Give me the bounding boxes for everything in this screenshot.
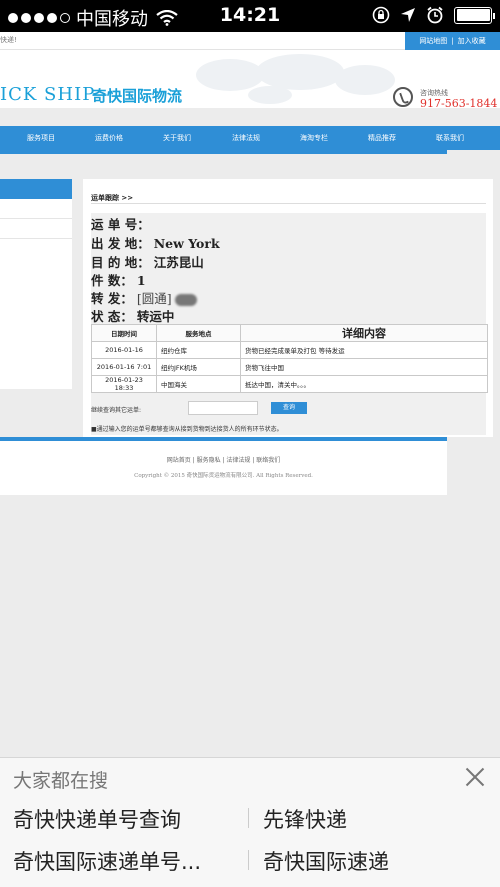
destination-value: 江苏昆山 xyxy=(153,255,204,270)
waybill-label: 运 单 号： xyxy=(91,217,150,232)
table-header-row: 日期时间 服务地点 详细内容 xyxy=(91,324,488,342)
suggestion-item[interactable]: 奇快快递单号查询 xyxy=(13,804,233,834)
location-icon xyxy=(401,8,415,22)
suggestion-separator xyxy=(248,850,249,870)
redacted-mark xyxy=(174,293,197,306)
status-bar: 中国移动 14:21 xyxy=(0,0,500,32)
phone-icon xyxy=(393,87,413,107)
battery-icon xyxy=(454,6,495,24)
site-footer: 网站首页 | 服务隐私 | 法律法规 | 联络我们 Copyright © 20… xyxy=(0,437,447,495)
logo-chinese[interactable]: 奇快国际物流 xyxy=(92,85,182,106)
favorite-link[interactable]: 加入收藏 xyxy=(458,36,486,46)
row-place: 纽约仓库 xyxy=(156,341,241,359)
side-menu-item[interactable] xyxy=(0,199,72,219)
pieces-label: 件 数： xyxy=(91,273,133,288)
status-row: 状 态： 转运中 xyxy=(91,306,174,325)
close-icon[interactable] xyxy=(464,766,486,788)
site-header: ICK SHIP 奇快国际物流 咨询热线 917-563-1844 xyxy=(0,50,500,110)
nav-contact[interactable]: 联系我们 xyxy=(436,126,464,150)
origin-row: 出 发 地： New York xyxy=(91,233,220,252)
waybill-search-input[interactable] xyxy=(188,401,258,415)
hotline-number[interactable]: 917-563-1844 xyxy=(420,97,497,110)
origin-label: 出 发 地： xyxy=(91,236,150,251)
table-row: 2016-01-23 18:33 中国海关 抵达中国，清关中。。。 xyxy=(91,375,488,393)
search-suggestions: 大家都在搜 奇快快递单号查询 先锋快递 奇快国际速递单号... 奇快国际速递 xyxy=(0,757,500,887)
rotation-lock-icon xyxy=(372,6,390,24)
query-button[interactable]: 查询 xyxy=(271,402,307,414)
divider xyxy=(91,203,486,204)
top-links: 网站地图 | 加入收藏 xyxy=(405,32,500,50)
footer-bar xyxy=(0,437,447,441)
row-place: 中国海关 xyxy=(156,375,241,393)
status-label: 状 态： xyxy=(91,309,133,324)
nav-services[interactable]: 服务项目 xyxy=(27,126,55,150)
nav-about[interactable]: 关于我们 xyxy=(163,126,191,150)
tracking-result: 运 单 号： 出 发 地： New York 目 的 地： 江苏昆山 件 数： 1 转… xyxy=(91,213,488,435)
row-detail: 货物飞往中国 xyxy=(240,358,488,376)
tracking-table: 日期时间 服务地点 详细内容 2016-01-16 纽约仓库 货物已经完成录单及… xyxy=(91,324,488,393)
destination-row: 目 的 地： 江苏昆山 xyxy=(91,252,204,271)
side-menu-active-item[interactable] xyxy=(0,179,72,199)
nav-underline xyxy=(0,150,447,154)
row-time: 2016-01-23 18:33 xyxy=(91,375,157,393)
status-value: 转运中 xyxy=(136,309,175,324)
column-place: 服务地点 xyxy=(156,324,241,342)
world-map-decoration xyxy=(196,54,395,104)
status-icons xyxy=(372,6,495,24)
suggestion-separator xyxy=(248,808,249,828)
breadcrumb: 运单跟踪 >> xyxy=(91,194,134,202)
nav-haitao[interactable]: 海淘专栏 xyxy=(300,126,328,150)
main-nav: 服务项目 运费价格 关于我们 法律法规 海淘专栏 精品推荐 联系我们 xyxy=(0,126,500,150)
row-place: 纽约JFK机场 xyxy=(156,358,241,376)
forward-row: 转 发： [圆通] xyxy=(91,288,197,307)
table-row: 2016-01-16 纽约仓库 货物已经完成录单及打包 等待发运 xyxy=(91,341,488,359)
pieces-row: 件 数： 1 xyxy=(91,270,146,289)
suggestion-item[interactable]: 先锋快递 xyxy=(263,804,483,834)
destination-label: 目 的 地： xyxy=(91,255,150,270)
query-label: 继续查询其它运单: xyxy=(91,407,142,414)
top-left-text: 快递! xyxy=(0,36,17,44)
copyright: Copyright © 2015 奇快国际货运物流有限公司. All Right… xyxy=(134,473,313,479)
suggestion-item[interactable]: 奇快国际速递单号... xyxy=(13,846,235,876)
row-detail: 货物已经完成录单及打包 等待发运 xyxy=(240,341,488,359)
column-detail: 详细内容 xyxy=(240,324,488,342)
side-menu-item[interactable] xyxy=(0,219,72,239)
top-strip: 快递! 网站地图 | 加入收藏 xyxy=(0,32,500,50)
row-time: 2016-01-16 xyxy=(91,341,157,359)
web-page: 快递! 网站地图 | 加入收藏 ICK SHIP 奇快国际物流 咨询热线 917… xyxy=(0,32,500,757)
nav-pricing[interactable]: 运费价格 xyxy=(95,126,123,150)
nav-recommend[interactable]: 精品推荐 xyxy=(368,126,396,150)
footer-links[interactable]: 网站首页 | 服务隐私 | 法律法规 | 联络我们 xyxy=(0,455,447,464)
column-time: 日期时间 xyxy=(91,324,157,342)
query-note: ■通过输入您的运单号都够查询从接到货物到达接货人的所有环节状态。 xyxy=(91,426,283,433)
top-link-separator: | xyxy=(451,37,454,45)
alarm-icon xyxy=(427,6,443,24)
waybill-row: 运 单 号： xyxy=(91,214,154,233)
table-row: 2016-01-16 7:01 纽约JFK机场 货物飞往中国 xyxy=(91,358,488,376)
pieces-value: 1 xyxy=(136,273,146,288)
nav-law[interactable]: 法律法规 xyxy=(232,126,260,150)
forward-label: 转 发： xyxy=(91,291,133,306)
logo-english[interactable]: ICK SHIP xyxy=(0,84,95,105)
forward-value: [圆通] xyxy=(136,291,172,306)
suggestion-item[interactable]: 奇快国际速递 xyxy=(263,846,483,876)
suggestions-title: 大家都在搜 xyxy=(13,770,109,792)
tracking-panel: 运单跟踪 >> 运 单 号： 出 发 地： New York 目 的 地： 江苏昆山… xyxy=(83,179,493,437)
row-detail: 抵达中国，清关中。。。 xyxy=(240,375,488,393)
side-menu xyxy=(0,179,72,389)
sitemap-link[interactable]: 网站地图 xyxy=(419,36,447,46)
row-time: 2016-01-16 7:01 xyxy=(91,358,157,376)
origin-value: New York xyxy=(153,236,220,251)
